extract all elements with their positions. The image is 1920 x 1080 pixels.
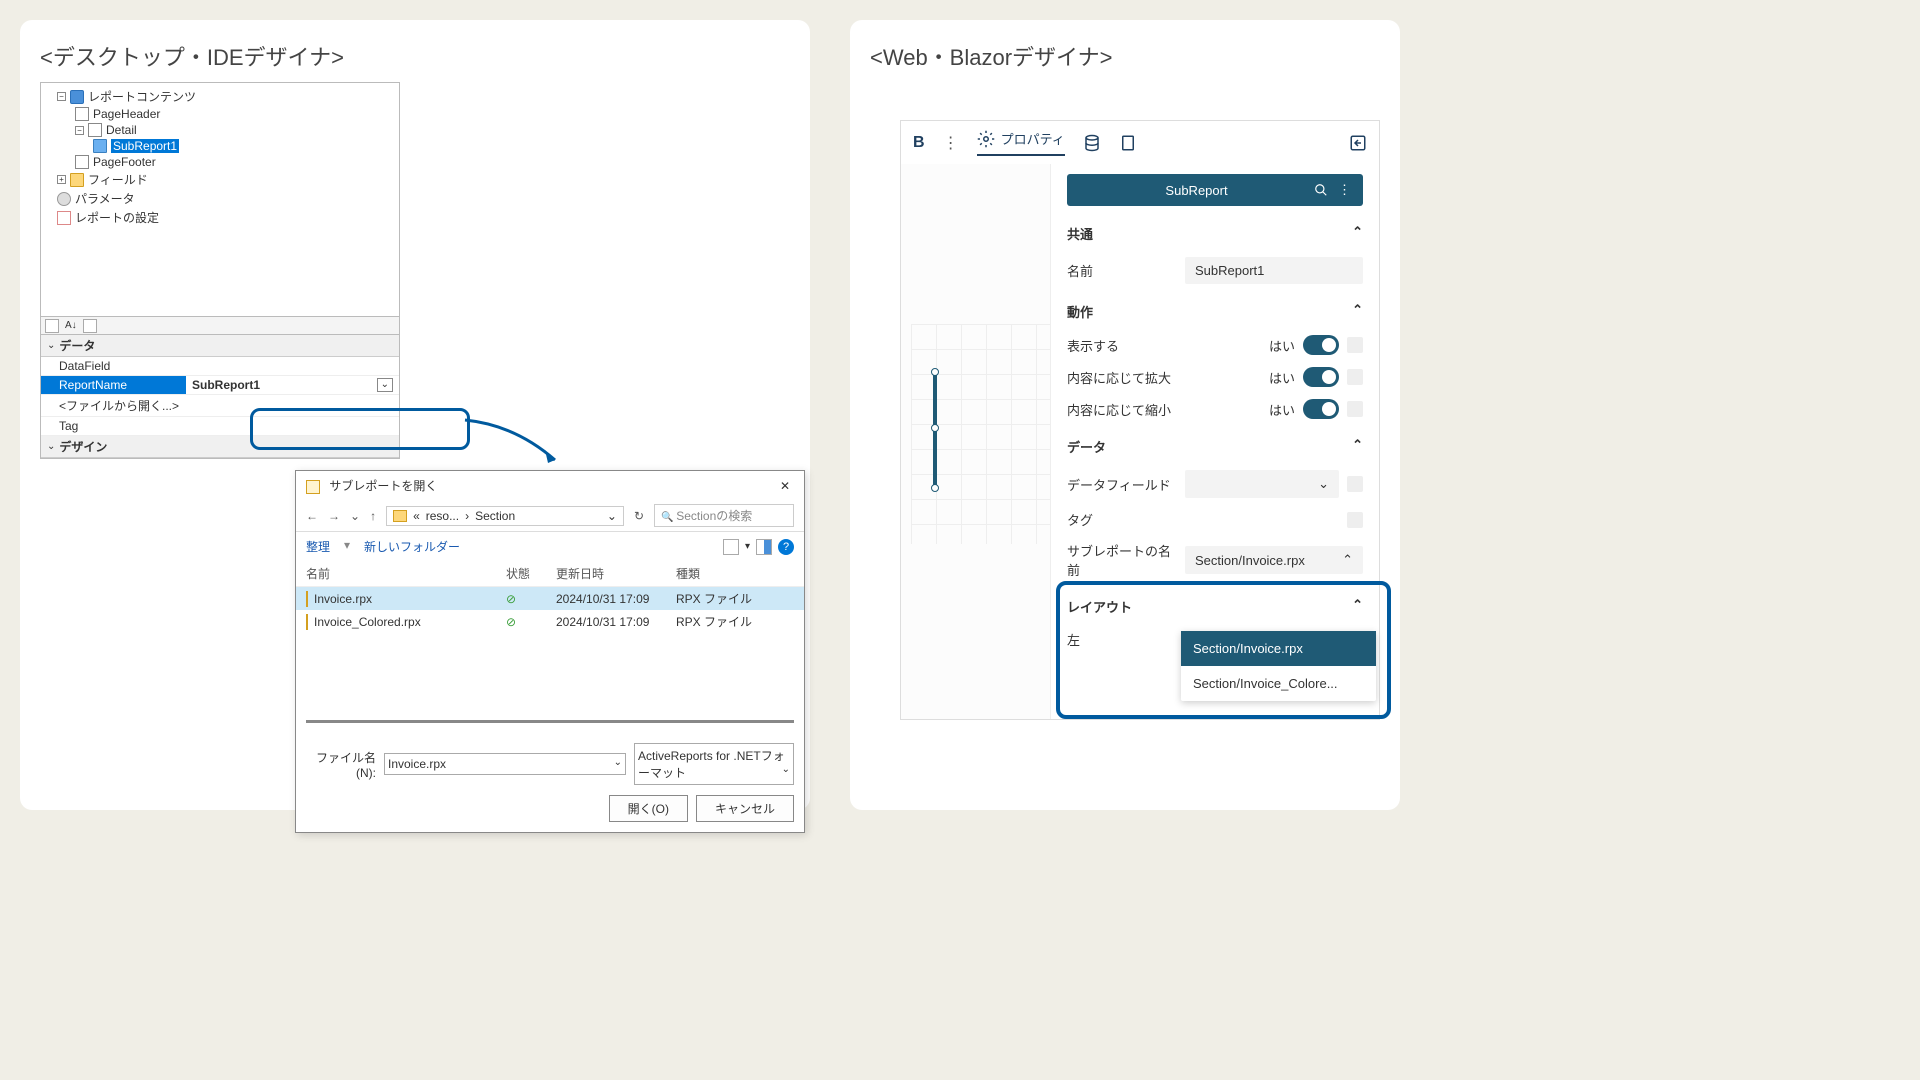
- cangrow-toggle[interactable]: [1303, 367, 1339, 387]
- file-list: 名前 状態 更新日時 種類 Invoice.rpx ⊘ 2024/10/31 1…: [296, 561, 804, 633]
- subreport-select[interactable]: Section/Invoice.rpx⌃: [1185, 546, 1363, 574]
- subreport-icon: [93, 139, 107, 153]
- database-icon[interactable]: [1083, 134, 1101, 152]
- highlight-box: [250, 408, 470, 450]
- property-toolbar: A↓: [40, 317, 400, 335]
- filter-select[interactable]: ActiveReports for .NETフォーマット ⌄: [634, 743, 794, 785]
- dialog-icon: [306, 480, 320, 494]
- status-ok-icon: ⊘: [506, 615, 556, 629]
- open-button[interactable]: 開く(O): [609, 795, 688, 822]
- blazor-designer-panel: <Web・Blazorデザイナ> B ⋮ プロパティ: [850, 20, 1400, 810]
- expression-icon[interactable]: [1347, 512, 1363, 528]
- dropdown-option[interactable]: Section/Invoice_Colore...: [1181, 666, 1376, 701]
- chevron-down-icon: ⌄: [1318, 476, 1329, 492]
- report-tree[interactable]: −レポートコンテンツ PageHeader −Detail SubReport1…: [40, 82, 400, 317]
- parameter-icon: [57, 192, 71, 206]
- handle-icon[interactable]: [931, 368, 939, 376]
- expression-icon[interactable]: [1347, 401, 1363, 417]
- breadcrumb[interactable]: «reso...›Section⌄: [386, 506, 624, 526]
- expression-icon[interactable]: [1347, 476, 1363, 492]
- more-icon[interactable]: ⋮: [943, 133, 959, 153]
- expand-icon[interactable]: −: [75, 126, 84, 135]
- reportname-property[interactable]: ReportName: [41, 376, 186, 394]
- bold-icon[interactable]: B: [913, 134, 925, 152]
- preview-icon[interactable]: [756, 539, 772, 555]
- expand-icon[interactable]: −: [57, 92, 66, 101]
- section-icon: [75, 155, 89, 169]
- expand-icon[interactable]: +: [57, 175, 66, 184]
- folder-icon: [393, 510, 407, 522]
- back-icon[interactable]: ←: [306, 509, 318, 523]
- refresh-icon[interactable]: ↻: [634, 509, 644, 523]
- help-icon[interactable]: ?: [778, 539, 794, 555]
- search-input[interactable]: 🔍 Sectionの検索: [654, 504, 794, 527]
- import-icon[interactable]: [1349, 134, 1367, 152]
- blazor-designer: B ⋮ プロパティ: [900, 120, 1380, 720]
- view-icon[interactable]: [723, 539, 739, 555]
- expression-icon[interactable]: [1347, 337, 1363, 353]
- search-icon[interactable]: [1314, 183, 1328, 197]
- name-input[interactable]: SubReport1: [1185, 257, 1363, 284]
- status-ok-icon: ⊘: [506, 592, 556, 606]
- subreport-dropdown: Section/Invoice.rpx Section/Invoice_Colo…: [1181, 631, 1376, 701]
- component-header: SubReport ⋮: [1067, 174, 1363, 206]
- visible-toggle[interactable]: [1303, 335, 1339, 355]
- section-common[interactable]: 共通⌃: [1067, 216, 1363, 251]
- gear-icon: [977, 130, 995, 148]
- datafield-select[interactable]: ⌄: [1185, 470, 1339, 498]
- report-icon: [70, 90, 84, 104]
- design-canvas[interactable]: [901, 164, 1051, 719]
- filename-input[interactable]: Invoice.rpx⌄: [384, 753, 626, 775]
- chevron-up-icon: ⌃: [1352, 224, 1363, 243]
- arrow-icon: [460, 415, 570, 475]
- expression-icon[interactable]: [1347, 369, 1363, 385]
- settings-icon: [57, 211, 71, 225]
- pages-icon[interactable]: [83, 319, 97, 333]
- more-icon[interactable]: ⋮: [1338, 182, 1351, 198]
- new-folder-button[interactable]: 新しいフォルダー: [364, 538, 460, 555]
- close-icon[interactable]: ✕: [776, 479, 794, 493]
- dropdown-icon[interactable]: ⌄: [377, 378, 393, 392]
- chevron-down-icon[interactable]: ⌄: [47, 340, 55, 351]
- file-open-dialog: サブレポートを開く ✕ ← → ⌄ ↑ «reso...›Section⌄ ↻ …: [295, 470, 805, 833]
- forward-icon[interactable]: →: [328, 509, 340, 523]
- organize-menu[interactable]: 整理: [306, 538, 330, 555]
- section-behavior[interactable]: 動作⌃: [1067, 294, 1363, 329]
- file-row[interactable]: Invoice_Colored.rpx ⊘ 2024/10/31 17:09 R…: [296, 610, 804, 633]
- tab-properties[interactable]: プロパティ: [977, 129, 1065, 156]
- section-icon: [88, 123, 102, 137]
- categorized-icon[interactable]: [45, 319, 59, 333]
- dropdown-option[interactable]: Section/Invoice.rpx: [1181, 631, 1376, 666]
- sort-icon[interactable]: A↓: [65, 320, 77, 331]
- chevron-up-icon: ⌃: [1352, 437, 1363, 456]
- up-icon[interactable]: ↑: [370, 509, 376, 523]
- section-icon: [75, 107, 89, 121]
- cancel-button[interactable]: キャンセル: [696, 795, 794, 822]
- canshrink-toggle[interactable]: [1303, 399, 1339, 419]
- chevron-down-icon[interactable]: ⌄: [47, 441, 55, 452]
- chevron-up-icon: ⌃: [1352, 302, 1363, 321]
- handle-icon[interactable]: [931, 424, 939, 432]
- file-icon: [306, 591, 308, 607]
- handle-icon[interactable]: [931, 484, 939, 492]
- document-icon[interactable]: [1119, 134, 1137, 152]
- left-title: <デスクトップ・IDEデザイナ>: [40, 40, 790, 72]
- file-row[interactable]: Invoice.rpx ⊘ 2024/10/31 17:09 RPX ファイル: [296, 587, 804, 610]
- chevron-up-icon: ⌃: [1342, 552, 1353, 568]
- section-data[interactable]: データ⌃: [1067, 429, 1363, 464]
- chevron-down-icon[interactable]: ⌄: [350, 509, 360, 523]
- tree-selected-item[interactable]: SubReport1: [111, 139, 179, 153]
- right-title: <Web・Blazorデザイナ>: [870, 40, 1380, 72]
- file-icon: [306, 614, 308, 630]
- desktop-designer-panel: <デスクトップ・IDEデザイナ> −レポートコンテンツ PageHeader −…: [20, 20, 810, 810]
- folder-icon: [70, 173, 84, 187]
